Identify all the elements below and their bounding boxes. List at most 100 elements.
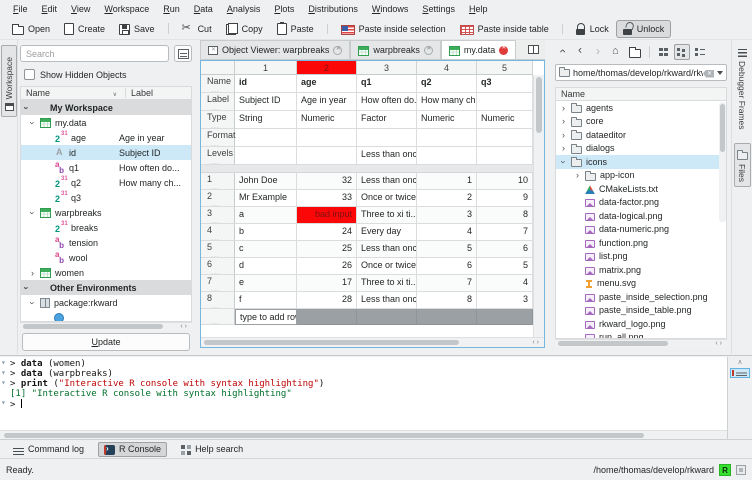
grid-cell[interactable]: e xyxy=(235,275,297,292)
grid-cell[interactable]: 4 xyxy=(477,275,533,292)
expander-icon[interactable] xyxy=(31,118,40,128)
grid-cell[interactable]: c xyxy=(235,241,297,258)
workspace-hscrollbar[interactable]: ‹› xyxy=(20,322,192,330)
grid-cell[interactable] xyxy=(235,129,297,147)
menu-item[interactable]: Run xyxy=(156,2,187,16)
workspace-tree-row[interactable]: q3 xyxy=(21,190,191,205)
column-header-label[interactable]: Label xyxy=(125,88,191,98)
grid-cell[interactable]: How many ch... xyxy=(417,93,477,111)
grid-cell[interactable]: Less than onc... xyxy=(357,241,417,258)
grid-hscrollbar[interactable]: ‹› xyxy=(201,337,544,347)
short-view-button[interactable] xyxy=(656,44,672,60)
grid-row-header[interactable]: 6 xyxy=(201,258,235,275)
grid-cell[interactable] xyxy=(297,129,357,147)
grid-row-header[interactable]: Type xyxy=(201,111,235,129)
show-hidden-checkbox[interactable] xyxy=(24,69,35,80)
file-tree-row[interactable]: data-numeric.png xyxy=(556,223,726,237)
column-header-name[interactable]: Name xyxy=(21,88,125,98)
toolbar-button[interactable]: Open xyxy=(5,20,57,38)
grid-cell[interactable]: 9 xyxy=(477,190,533,207)
file-tree-row[interactable]: function.png xyxy=(556,236,726,250)
grid-column-header[interactable]: 5 xyxy=(477,61,533,75)
combo-arrow-icon[interactable] xyxy=(717,71,723,75)
toolbar-button[interactable]: Cut xyxy=(175,19,219,38)
search-input[interactable] xyxy=(20,45,169,62)
back-button[interactable] xyxy=(573,44,589,60)
grid-cell[interactable]: 6 xyxy=(417,258,477,275)
right-dock-tab[interactable]: Files xyxy=(734,143,751,188)
grid-cell[interactable]: Once or twice... xyxy=(357,190,417,207)
grid-cell[interactable]: 4 xyxy=(417,224,477,241)
right-dock-tab[interactable]: Debugger Frames xyxy=(734,44,751,135)
grid-cell[interactable]: Every day xyxy=(357,224,417,241)
menu-item[interactable]: Help xyxy=(462,2,495,16)
file-tree-row[interactable]: dataeditor xyxy=(556,128,726,142)
toolbar-button[interactable]: Copy xyxy=(219,20,270,38)
grid-cell[interactable]: Three to xi ti... xyxy=(357,207,417,224)
tool-view-button[interactable]: Help search xyxy=(175,442,249,457)
grid-cell[interactable]: Subject ID xyxy=(235,93,297,111)
menu-item[interactable]: View xyxy=(64,2,97,16)
grid-cell[interactable]: 2 xyxy=(417,190,477,207)
grid-cell[interactable]: 5 xyxy=(417,241,477,258)
grid-cell[interactable] xyxy=(297,147,357,165)
toolbar-button[interactable]: Lock xyxy=(569,20,616,38)
grid-row-header[interactable]: 1 xyxy=(201,173,235,190)
toolbar-button[interactable]: Save xyxy=(112,20,162,38)
grid-column-header[interactable]: 4 xyxy=(417,61,477,75)
menu-item[interactable]: Windows xyxy=(365,2,416,16)
close-tab-icon[interactable] xyxy=(333,46,342,55)
file-tree-row[interactable]: rkward_logo.png xyxy=(556,317,726,331)
stop-icon[interactable] xyxy=(736,465,746,475)
grid-cell[interactable]: 8 xyxy=(417,292,477,309)
search-options-button[interactable] xyxy=(174,45,192,62)
grid-row-header[interactable]: 7 xyxy=(201,275,235,292)
expander-icon[interactable] xyxy=(562,130,571,140)
grid-cell[interactable]: q3 xyxy=(477,75,533,93)
forward-button[interactable] xyxy=(591,44,607,60)
grid-cell[interactable]: Factor xyxy=(357,111,417,129)
grid-column-header[interactable]: 2 xyxy=(297,61,357,75)
files-hscrollbar[interactable]: ‹› xyxy=(555,339,727,347)
menu-item[interactable]: File xyxy=(6,2,35,16)
workspace-tree-row[interactable]: my.data xyxy=(21,115,191,130)
toolbar-button[interactable]: Create xyxy=(57,20,112,38)
grid-cell[interactable]: bad input xyxy=(297,207,357,224)
file-tree-row[interactable]: matrix.png xyxy=(556,263,726,277)
grid-cell[interactable]: Numeric xyxy=(297,111,357,129)
grid-cell[interactable]: Less than onc... xyxy=(357,292,417,309)
expander-icon[interactable] xyxy=(31,298,40,308)
expander-icon[interactable] xyxy=(576,170,585,180)
expander-icon[interactable] xyxy=(562,157,571,167)
grid-pane-splitter[interactable] xyxy=(201,165,533,173)
grid-cell[interactable]: 25 xyxy=(297,241,357,258)
toolbar-button[interactable]: Paste xyxy=(270,20,321,38)
up-button[interactable] xyxy=(555,44,571,60)
menu-item[interactable]: Distributions xyxy=(301,2,365,16)
grid-row-header[interactable]: Levels xyxy=(201,147,235,165)
grid-row-header[interactable]: Label xyxy=(201,93,235,111)
menu-item[interactable]: Workspace xyxy=(97,2,156,16)
grid-cell[interactable]: 17 xyxy=(297,275,357,292)
workspace-tree-row[interactable]: q1 How often do... xyxy=(21,160,191,175)
grid-cell[interactable]: Once or twice... xyxy=(357,258,417,275)
grid-cell[interactable]: 7 xyxy=(477,224,533,241)
expander-icon[interactable] xyxy=(25,103,34,113)
file-tree-row[interactable]: paste_inside_table.png xyxy=(556,304,726,318)
path-combobox[interactable]: home/thomas/develop/rkward/rkward/ xyxy=(555,64,727,81)
grid-cell[interactable]: 26 xyxy=(297,258,357,275)
toolbar-button[interactable]: Unlock xyxy=(616,20,672,38)
grid-row-header[interactable]: 4 xyxy=(201,224,235,241)
menu-item[interactable]: Analysis xyxy=(220,2,268,16)
toolbar-button[interactable]: Paste inside selection xyxy=(334,20,453,38)
expander-icon[interactable] xyxy=(562,103,571,113)
grid-cell[interactable]: Age in year xyxy=(297,93,357,111)
grid-cell[interactable] xyxy=(417,147,477,165)
grid-cell[interactable]: John Doe xyxy=(235,173,297,190)
file-tree-row[interactable]: dialogs xyxy=(556,142,726,156)
grid-cell[interactable]: 5 xyxy=(477,258,533,275)
console-hscrollbar[interactable] xyxy=(0,430,727,439)
grid-cell[interactable]: Less than onc... xyxy=(357,173,417,190)
detail-view-button[interactable] xyxy=(692,44,708,60)
grid-cell[interactable]: How often do... xyxy=(357,93,417,111)
